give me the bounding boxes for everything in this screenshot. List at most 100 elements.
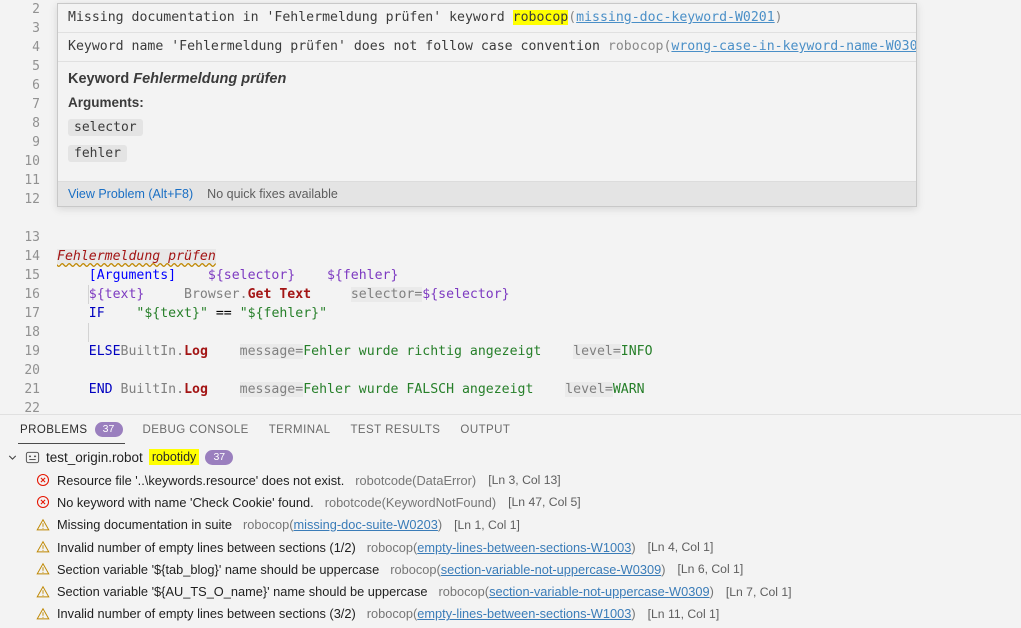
problem-position: [Ln 11, Col 1] (647, 606, 720, 621)
hover-diagnostic-row: Missing documentation in 'Fehlermeldung … (58, 4, 916, 32)
problem-source-name: robocop (242, 517, 290, 533)
error-icon (36, 473, 50, 487)
tab-debug-console[interactable]: DEBUG CONSOLE (133, 418, 259, 443)
hover-argument-chip: selector (68, 119, 143, 136)
line-number: 7 (32, 97, 40, 112)
problem-position: [Ln 47, Col 5] (508, 495, 581, 510)
tab-terminal-label: TERMINAL (268, 423, 331, 436)
hover-rule-link[interactable]: wrong-case-in-keyword-name-W0302 (671, 39, 916, 54)
problem-source: robocop(missing-doc-suite-W0203) (242, 517, 443, 533)
robot-file-icon (25, 450, 40, 465)
problem-source: robocop(section-variable-not-uppercase-W… (390, 561, 666, 577)
problem-source: robotcode(DataError) (355, 472, 477, 488)
problems-file-name: test_origin.robot (46, 449, 143, 465)
problem-row[interactable]: Invalid number of empty lines between se… (0, 536, 1021, 558)
problem-message: No keyword with name 'Check Cookie' foun… (57, 494, 314, 510)
warning-icon (36, 518, 50, 532)
line-number: 10 (24, 154, 40, 169)
quick-fix-status: No quick fixes available (207, 187, 338, 201)
problem-source: robocop(empty-lines-between-sections-W10… (366, 606, 636, 622)
line-number: 9 (32, 135, 40, 150)
tab-debug-console-label: DEBUG CONSOLE (142, 423, 249, 436)
view-problem-link[interactable]: View Problem (Alt+F8) (68, 187, 193, 201)
code-editor[interactable]: 2 3 4 5 6 7 8 9 10 11 12 13 Fehlermeldun… (0, 0, 1021, 414)
problem-source-name: robocop (366, 606, 413, 622)
hover-footer: View Problem (Alt+F8) No quick fixes avai… (58, 181, 916, 206)
hover-doc-heading-name: Fehlermeldung prüfen (133, 71, 287, 87)
tab-output[interactable]: OUTPUT (450, 418, 520, 443)
problem-rule-link[interactable]: empty-lines-between-sections-W1003 (417, 606, 631, 621)
hover-doc-heading-prefix: Keyword (68, 71, 134, 87)
hover-diagnostic-row: Keyword name 'Fehlermeldung prüfen' does… (58, 33, 916, 61)
problem-message: Invalid number of empty lines between se… (57, 606, 356, 622)
paren-close: ) (774, 10, 783, 25)
indent-guide (88, 323, 89, 342)
tab-output-label: OUTPUT (460, 423, 511, 436)
line-number: 12 (24, 192, 40, 207)
problem-source-name: robocop (438, 584, 485, 600)
problems-list[interactable]: test_origin.robot robotidy 37 Resource f… (0, 445, 1021, 628)
problem-rule-link[interactable]: section-variable-not-uppercase-W0309 (489, 584, 710, 599)
problem-position: [Ln 7, Col 1] (725, 584, 792, 599)
indent-guide (88, 285, 89, 304)
tab-problems[interactable]: PROBLEMS 37 (10, 416, 133, 444)
problem-row[interactable]: Missing documentation in suite robocop(m… (0, 514, 1021, 536)
problem-position: [Ln 6, Col 1] (677, 562, 744, 577)
error-icon (36, 495, 50, 509)
hover-arguments-label: Arguments: (68, 95, 144, 110)
problem-row[interactable]: Resource file '..\keywords.resource' doe… (0, 469, 1021, 491)
hover-diagnostic-source: robocop (607, 39, 664, 54)
hover-doc-heading: Keyword Fehlermeldung prüfen (68, 71, 906, 87)
line-number: 4 (32, 40, 40, 55)
problems-file-count-badge: 37 (205, 449, 234, 465)
line-number: 5 (32, 59, 40, 74)
tab-terminal[interactable]: TERMINAL (259, 418, 341, 443)
warning-icon (36, 562, 50, 576)
warning-icon (36, 607, 50, 621)
hover-argument-chip: fehler (68, 145, 127, 162)
line-number: 3 (32, 21, 40, 36)
hover-documentation: Keyword Fehlermeldung prüfen Arguments: … (58, 62, 916, 181)
problem-row[interactable]: Invalid number of empty lines between se… (0, 603, 1021, 625)
problem-rule-link[interactable]: section-variable-not-uppercase-W0309 (441, 562, 662, 577)
problem-message: Section variable '${AU_TS_O_name}' name … (57, 584, 428, 600)
code-area[interactable]: 2 3 4 5 6 7 8 9 10 11 12 13 Fehlermeldun… (0, 0, 1021, 414)
diagnostic-hover-tooltip[interactable]: Missing documentation in 'Fehlermeldung … (57, 3, 917, 207)
problem-source-name: robocop (366, 539, 413, 555)
line-number: 2 (32, 2, 40, 17)
problem-source: robotcode(KeywordNotFound) (324, 494, 497, 510)
bottom-panel: PROBLEMS 37 DEBUG CONSOLE TERMINAL TEST … (0, 414, 1021, 628)
problem-position: [Ln 4, Col 1] (647, 540, 714, 555)
chevron-down-icon[interactable] (6, 451, 19, 464)
problem-position: [Ln 1, Col 1] (454, 517, 520, 532)
problem-source: robocop(section-variable-not-uppercase-W… (438, 584, 714, 600)
problem-row[interactable]: Section variable '${tab_blog}' name shou… (0, 558, 1021, 580)
paren-open: ( (568, 10, 577, 25)
problem-source-name: robocop (390, 561, 437, 577)
problem-row[interactable]: No keyword with name 'Check Cookie' foun… (0, 491, 1021, 513)
hover-rule-link[interactable]: missing-doc-keyword-W0201 (576, 10, 775, 25)
problem-position: [Ln 3, Col 13] (488, 473, 561, 488)
problem-message: Invalid number of empty lines between se… (57, 539, 356, 555)
problem-message: Resource file '..\keywords.resource' doe… (57, 472, 345, 488)
problems-file-group[interactable]: test_origin.robot robotidy 37 (0, 445, 1021, 469)
tab-test-results-label: TEST RESULTS (350, 423, 441, 436)
problems-count-badge: 37 (94, 422, 123, 437)
line-number: 11 (24, 173, 40, 188)
tab-problems-label: PROBLEMS (20, 423, 88, 436)
problem-source: robocop(empty-lines-between-sections-W10… (366, 539, 636, 555)
hover-diagnostic-message: Missing documentation in 'Fehlermeldung … (68, 10, 513, 25)
hover-diagnostic-message: Keyword name 'Fehlermeldung prüfen' does… (68, 39, 608, 54)
line-number: 6 (32, 78, 40, 93)
line-number: 8 (32, 116, 40, 131)
problem-message: Missing documentation in suite (57, 517, 232, 533)
warning-icon (36, 585, 50, 599)
warning-icon (36, 540, 50, 554)
problem-rule-link[interactable]: empty-lines-between-sections-W1003 (417, 540, 631, 555)
problem-row[interactable]: Section variable '${AU_TS_O_name}' name … (0, 580, 1021, 602)
vscode-window: 2 3 4 5 6 7 8 9 10 11 12 13 Fehlermeldun… (0, 0, 1021, 628)
problems-file-source-tag: robotidy (148, 449, 200, 465)
problem-rule-link[interactable]: missing-doc-suite-W0203 (294, 517, 438, 532)
problem-message: Section variable '${tab_blog}' name shou… (57, 561, 380, 577)
tab-test-results[interactable]: TEST RESULTS (340, 418, 450, 443)
